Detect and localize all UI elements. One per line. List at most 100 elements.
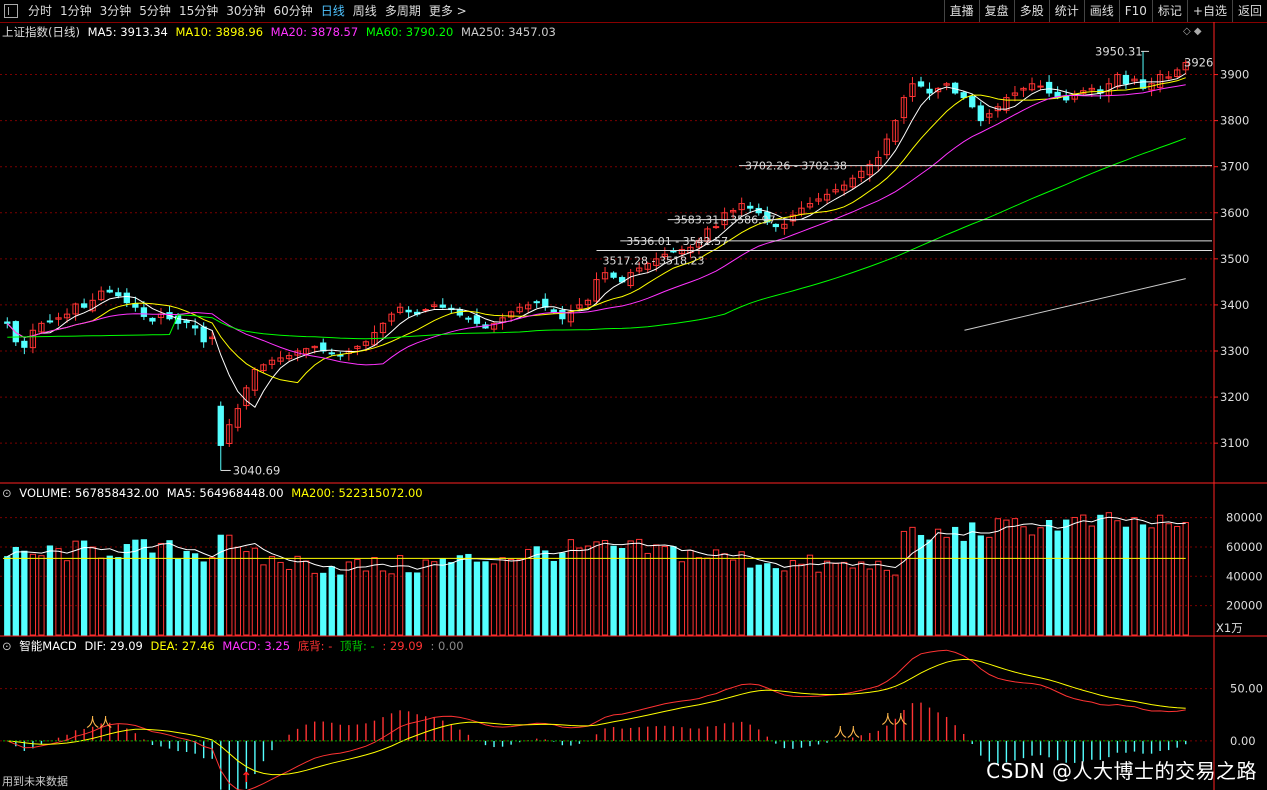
volume-bar xyxy=(687,549,694,636)
volume-bar xyxy=(285,568,293,636)
volume-bar xyxy=(38,555,45,636)
volume-bar xyxy=(21,550,28,636)
candle-body xyxy=(149,317,156,322)
volume-bar xyxy=(371,557,378,636)
volume-bar xyxy=(1165,523,1172,636)
volume-bar xyxy=(72,540,79,636)
volume-bar xyxy=(473,561,481,636)
volume-bar xyxy=(482,561,489,636)
y-tick-label: 20000 xyxy=(1226,599,1263,613)
volume-bar xyxy=(986,536,993,636)
volume-bar xyxy=(764,563,771,636)
volume-bar xyxy=(943,536,950,636)
volume-bar xyxy=(1122,526,1130,636)
volume-bar xyxy=(977,535,984,636)
candle-body xyxy=(46,320,54,323)
y-tick-label: 3900 xyxy=(1220,68,1249,82)
candle-body xyxy=(80,303,88,308)
volume-bar xyxy=(490,563,498,636)
volume-bar xyxy=(268,556,276,636)
volume-bar xyxy=(422,559,429,636)
signal-figure-icon: 人人 xyxy=(86,716,112,731)
volume-bar xyxy=(465,553,472,636)
candle-body xyxy=(960,92,967,99)
volume-bar xyxy=(678,561,686,636)
y-tick-label: 3100 xyxy=(1220,436,1249,450)
volume-bar xyxy=(379,570,387,636)
y-tick-label: 80000 xyxy=(1226,511,1263,525)
volume-bar xyxy=(772,568,779,636)
volume-bar xyxy=(960,540,967,636)
volume-bar xyxy=(405,572,412,636)
candle-body xyxy=(12,321,19,343)
gap-label: 3536.01 - 3542.57 xyxy=(626,235,728,248)
last-price-label: 3926 xyxy=(1184,56,1213,70)
volume-bar xyxy=(627,540,634,636)
volume-bar xyxy=(4,556,11,636)
volume-bar xyxy=(1114,520,1121,636)
candle-body xyxy=(610,272,617,278)
volume-bar xyxy=(806,554,814,636)
volume-bar xyxy=(747,567,754,636)
volume-bar xyxy=(1182,522,1189,636)
kline-chart[interactable]: 3100 3200 3300 3400 3500 3600 3700 3800 3900 2000… xyxy=(0,0,1267,790)
candle-body xyxy=(977,105,984,122)
watermark: CSDN @人大博士的交易之路 xyxy=(986,759,1257,783)
volume-bar xyxy=(892,574,899,636)
volume-bar xyxy=(695,557,703,636)
candle-body xyxy=(473,315,481,324)
volume-bar xyxy=(1088,525,1095,636)
candle-body xyxy=(115,292,122,297)
y-tick-label: 40000 xyxy=(1226,569,1263,583)
y-tick-label: 0.00 xyxy=(1230,734,1256,748)
volume-bar xyxy=(55,548,62,636)
volume-bar xyxy=(354,559,361,636)
volume-bar xyxy=(1063,519,1070,636)
candle-body xyxy=(926,88,933,94)
candle-body xyxy=(4,321,11,324)
volume-bar xyxy=(969,522,976,636)
volume-bar xyxy=(456,555,464,636)
y-tick-label: 3200 xyxy=(1220,390,1249,404)
candle-body xyxy=(1045,81,1053,94)
volume-bar xyxy=(729,559,737,636)
y-tick-label: 3500 xyxy=(1220,252,1249,266)
volume-bar xyxy=(200,561,207,636)
volume-bar xyxy=(849,567,856,636)
y-tick-label: 3300 xyxy=(1220,344,1249,358)
volume-bar xyxy=(755,564,762,636)
volume-bar xyxy=(550,560,557,636)
volume-bar xyxy=(234,546,241,636)
candle-body xyxy=(106,289,113,293)
volume-bar xyxy=(12,546,19,636)
volume-bar xyxy=(1080,514,1087,636)
candle-body xyxy=(140,307,148,317)
candle-body xyxy=(559,309,566,320)
y-tick-label: 3800 xyxy=(1220,114,1249,128)
volume-bar xyxy=(174,558,182,636)
volume-bar xyxy=(140,539,148,636)
volume-bar xyxy=(1054,530,1061,636)
candle-body xyxy=(1122,74,1130,85)
volume-bar xyxy=(294,555,301,636)
volume-bar xyxy=(217,534,224,636)
high-label: 3950.31 xyxy=(1095,44,1143,58)
volume-bar xyxy=(1105,512,1113,636)
volume-bar xyxy=(721,553,728,636)
volume-bar xyxy=(183,550,190,636)
candle-body xyxy=(200,326,207,343)
volume-bar xyxy=(260,564,267,636)
volume-bar xyxy=(593,541,600,636)
candle-body xyxy=(465,317,472,320)
volume-bar xyxy=(277,561,284,636)
volume-bar xyxy=(149,552,156,636)
candle-body xyxy=(542,298,549,308)
volume-bar xyxy=(499,557,506,636)
y-tick-label: 50.00 xyxy=(1230,682,1263,696)
volume-bar xyxy=(448,562,455,636)
volume-bar xyxy=(80,540,88,636)
ma250-line xyxy=(964,278,1186,331)
gap-label: 3583.31 - 3586.97 xyxy=(674,214,776,227)
candle-body xyxy=(183,320,190,323)
volume-bar xyxy=(243,551,250,636)
